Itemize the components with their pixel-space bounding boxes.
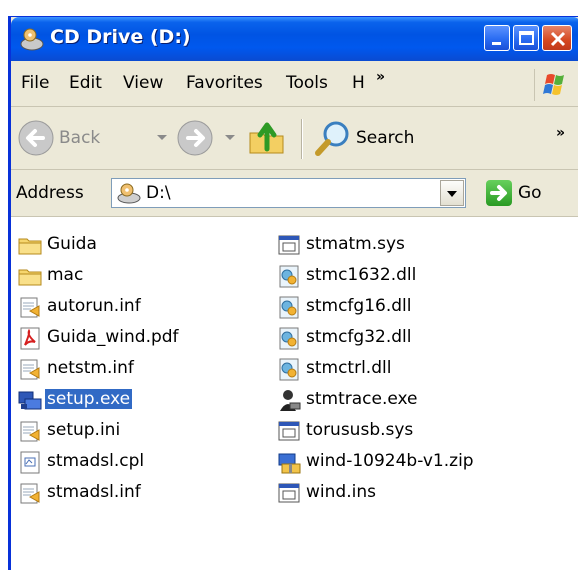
menu-tools[interactable]: Tools (286, 73, 328, 93)
close-icon (550, 31, 566, 47)
minimize-button[interactable] (484, 25, 510, 51)
chevron-down-icon (447, 191, 457, 197)
address-input[interactable] (146, 181, 426, 205)
explorer-window: CD Drive (D:) File Edit View Favorites T… (8, 16, 578, 570)
windows-flag-icon (543, 74, 564, 95)
back-dropdown-icon[interactable] (157, 135, 167, 140)
inf-file-icon (20, 359, 40, 380)
inf-file-icon (20, 483, 40, 504)
ins-file-icon (278, 483, 300, 503)
menu-bar: File Edit View Favorites Tools H » (11, 61, 578, 107)
menu-overflow-chevron[interactable]: » (376, 69, 385, 85)
folder-icon (18, 238, 42, 255)
cd-drive-icon (117, 183, 141, 204)
go-arrow-icon (486, 180, 512, 206)
close-button[interactable] (542, 25, 572, 51)
forward-arrow-icon[interactable] (176, 119, 214, 157)
cpl-file-icon (20, 451, 40, 474)
title-bar[interactable]: CD Drive (D:) (11, 17, 578, 61)
sys-file-icon (278, 421, 300, 441)
back-label[interactable]: Back (59, 128, 100, 148)
go-label: Go (518, 183, 542, 203)
menu-file[interactable]: File (21, 73, 49, 93)
address-label: Address (16, 183, 84, 203)
menu-favorites[interactable]: Favorites (186, 73, 263, 93)
folder-up-icon[interactable] (247, 119, 287, 157)
back-arrow-icon[interactable] (17, 119, 55, 157)
search-label[interactable]: Search (356, 128, 414, 148)
dll-file-icon (279, 296, 299, 319)
maximize-icon (519, 31, 534, 45)
pdf-file-icon (20, 327, 40, 350)
windows-logo (534, 69, 575, 101)
maximize-button[interactable] (513, 25, 539, 51)
address-dropdown-button[interactable] (440, 180, 464, 206)
go-button[interactable]: Go (486, 180, 566, 208)
toolbar: Back Search » (11, 107, 578, 170)
zip-file-icon (278, 453, 301, 474)
address-field[interactable] (111, 178, 466, 208)
menu-view[interactable]: View (123, 73, 163, 93)
dll-file-icon (279, 265, 299, 288)
inf-file-icon (20, 297, 40, 318)
minimize-icon (492, 42, 501, 45)
sys-file-icon (278, 235, 300, 255)
trace-exe-icon (280, 390, 301, 411)
forward-dropdown-icon[interactable] (225, 135, 235, 140)
toolbar-separator (301, 119, 303, 159)
search-icon[interactable] (313, 119, 353, 159)
dll-file-icon (279, 358, 299, 381)
setup-exe-icon (18, 391, 42, 410)
dll-file-icon (279, 327, 299, 350)
toolbar-overflow-chevron[interactable]: » (556, 125, 565, 141)
menu-help[interactable]: H (352, 73, 365, 93)
ini-file-icon (20, 421, 40, 442)
file-list: Guida mac autorun.inf Guida_wind.pdf net… (11, 217, 578, 570)
window-title: CD Drive (D:) (50, 26, 191, 48)
menu-edit[interactable]: Edit (69, 73, 102, 93)
address-bar: Address Go (11, 170, 578, 217)
folder-icon (18, 269, 42, 286)
cd-drive-icon (20, 28, 44, 51)
